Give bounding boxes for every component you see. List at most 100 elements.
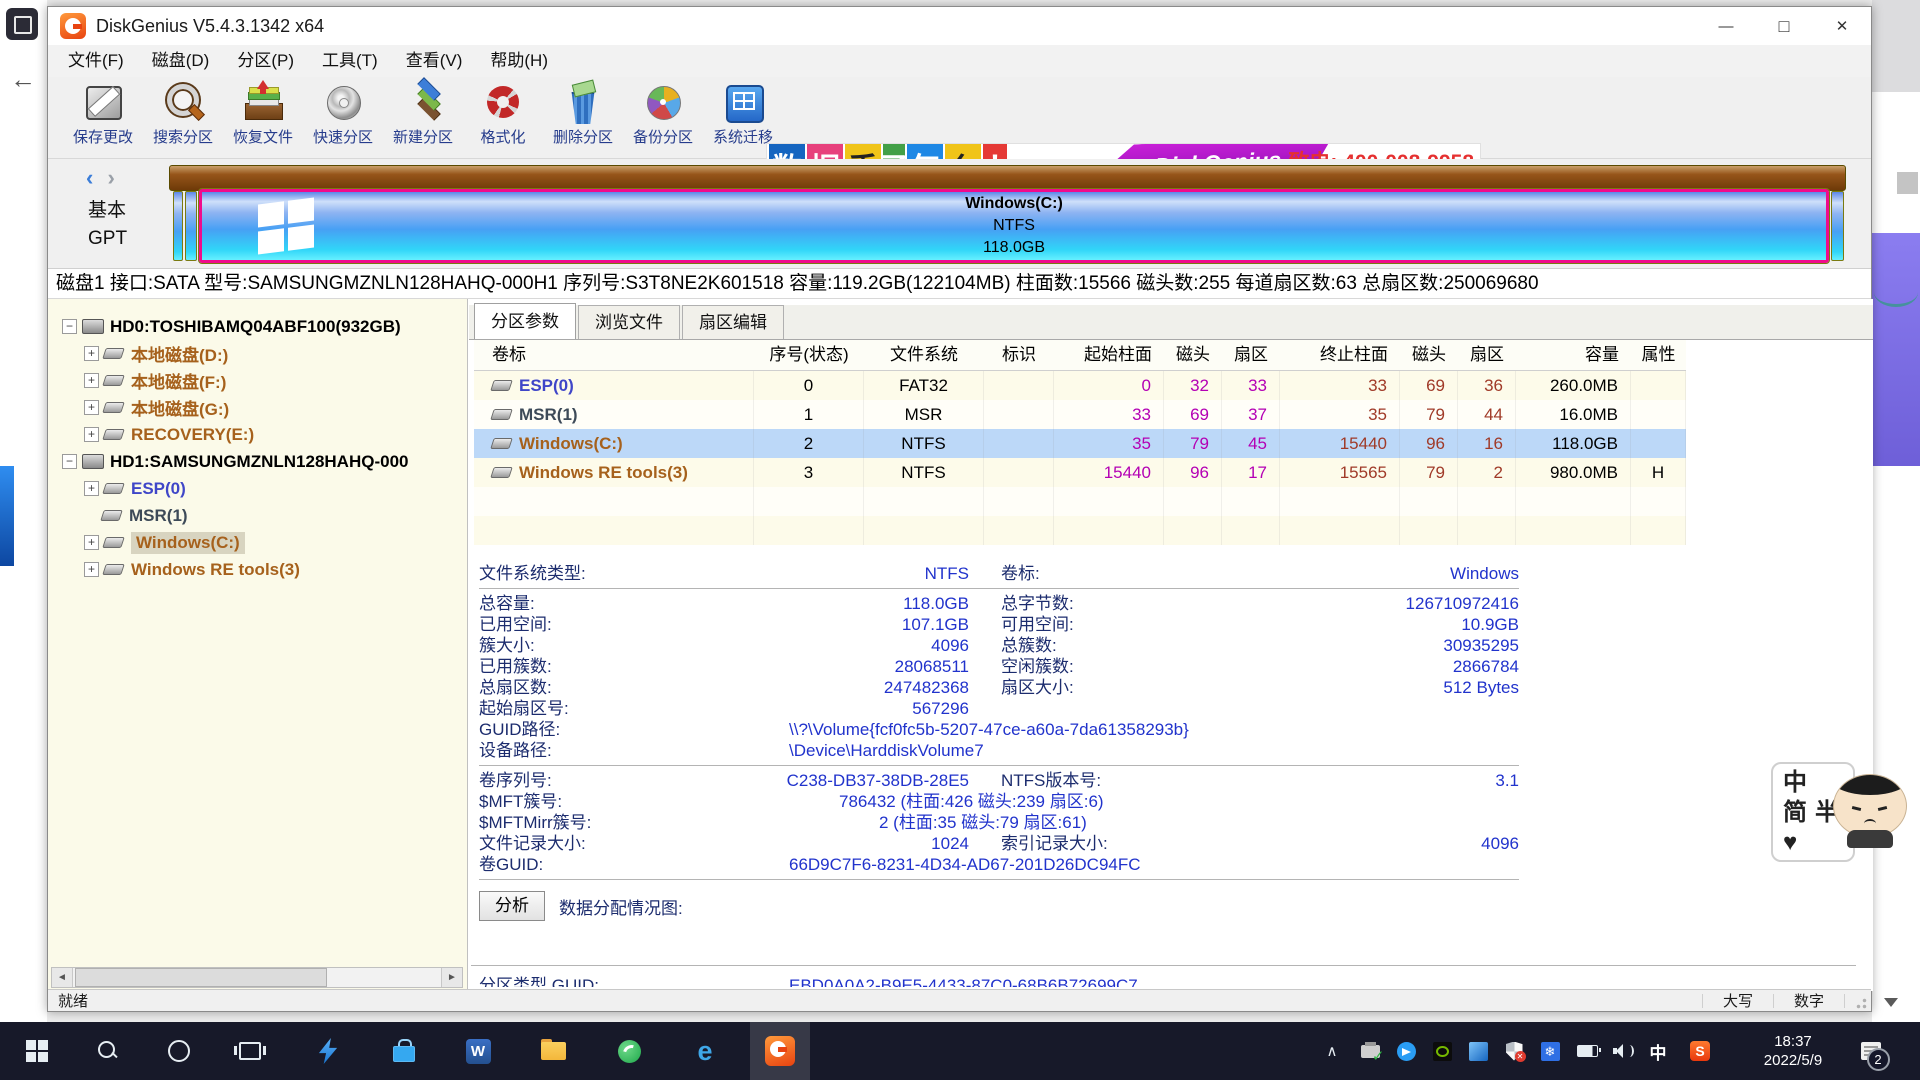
tray-intel[interactable] <box>1460 1022 1496 1080</box>
resize-grip[interactable] <box>1848 992 1868 1010</box>
start-button[interactable] <box>13 1022 61 1080</box>
tree-item-local-d[interactable]: 本地磁盘(D:) <box>48 340 467 367</box>
expand-icon[interactable] <box>84 400 99 415</box>
disk-band[interactable] <box>169 165 1846 191</box>
menu-tools[interactable]: 工具(T) <box>308 45 392 77</box>
background-window-icon <box>6 8 38 40</box>
ime-indicator[interactable]: 中 <box>1642 1022 1674 1080</box>
scroll-right-icon[interactable] <box>441 968 462 987</box>
save-changes-icon <box>81 80 125 124</box>
partition-sliver-msr[interactable] <box>185 191 197 261</box>
recover-files-icon <box>241 80 285 124</box>
back-arrow-icon: ← <box>10 64 36 95</box>
quick-partition-button[interactable]: 快速分区 <box>303 80 383 156</box>
backup-partition-button[interactable]: 备份分区 <box>623 80 703 156</box>
tree-item-windows-c[interactable]: Windows(C:) <box>48 529 467 556</box>
printer-icon <box>1361 1045 1380 1058</box>
table-row-windows-re[interactable]: Windows RE tools(3) 3 NTFS 15440 96 17 1… <box>474 458 1686 487</box>
partition-sliver-re[interactable] <box>1831 191 1844 261</box>
volume-icon <box>1613 1043 1635 1059</box>
cortana-button[interactable] <box>155 1022 203 1080</box>
taskbar-clock[interactable]: 18:37 2022/5/9 <box>1750 1022 1836 1080</box>
green-browser-button[interactable] <box>605 1022 653 1080</box>
expand-icon[interactable] <box>84 373 99 388</box>
expand-icon[interactable] <box>84 562 99 577</box>
window-title: DiskGenius V5.4.3.1342 x64 <box>96 16 324 37</box>
maximize-button[interactable] <box>1755 7 1813 45</box>
disk-icon <box>82 319 104 334</box>
tree-item-local-f[interactable]: 本地磁盘(F:) <box>48 367 467 394</box>
divider <box>471 965 1856 966</box>
expand-icon[interactable] <box>84 346 99 361</box>
collapse-icon[interactable] <box>62 319 77 334</box>
delete-partition-button[interactable]: 删除分区 <box>543 80 623 156</box>
divider <box>479 879 1519 880</box>
menu-partition[interactable]: 分区(P) <box>223 45 308 77</box>
scrollbar-thumb[interactable] <box>75 968 327 987</box>
table-header-row: 卷标 序号(状态) 文件系统 标识 起始柱面 磁头 扇区 终止柱面 磁头 扇区 … <box>474 340 1686 371</box>
recover-files-button[interactable]: 恢复文件 <box>223 80 303 156</box>
menu-disk[interactable]: 磁盘(D) <box>138 45 224 77</box>
partition-sliver-esp[interactable] <box>173 191 183 261</box>
tray-printer[interactable] <box>1352 1022 1388 1080</box>
store-button[interactable] <box>380 1022 428 1080</box>
word-button[interactable]: W <box>454 1022 502 1080</box>
tree-item-esp[interactable]: ESP(0) <box>48 475 467 502</box>
task-view-button[interactable] <box>226 1022 274 1080</box>
expand-icon[interactable] <box>84 535 99 550</box>
tree-horizontal-scrollbar[interactable] <box>51 967 463 988</box>
tab-partition-params[interactable]: 分区参数 <box>474 303 576 339</box>
table-row-windows-c-selected[interactable]: Windows(C:) 2 NTFS 35 79 45 15440 96 16 … <box>474 429 1686 458</box>
tree-item-recovery-e[interactable]: RECOVERY(E:) <box>48 421 467 448</box>
tree-item-hd1[interactable]: HD1:SAMSUNGMZNLN128HAHQ-000 <box>48 448 467 475</box>
tray-expand-button[interactable]: ∧ <box>1312 1022 1352 1080</box>
taskbar: W e ∧ ✕ ❄ 中 S 18:37 2022/5/9 2 <box>0 1022 1920 1080</box>
collapse-icon[interactable] <box>62 454 77 469</box>
new-partition-button[interactable]: 新建分区 <box>383 80 463 156</box>
edge-button[interactable]: e <box>681 1022 729 1080</box>
diskgenius-taskbar-button[interactable] <box>750 1022 810 1080</box>
expand-icon[interactable] <box>84 481 99 496</box>
tray-thunder[interactable] <box>1388 1022 1424 1080</box>
menu-file[interactable]: 文件(F) <box>54 45 138 77</box>
next-disk-arrow[interactable]: › <box>107 165 118 190</box>
sogou-icon: S <box>1690 1041 1710 1061</box>
tab-browse-files[interactable]: 浏览文件 <box>578 305 680 339</box>
table-row-msr[interactable]: MSR(1) 1 MSR 33 69 37 35 79 44 16.0MB <box>474 400 1686 429</box>
tray-defender[interactable]: ✕ <box>1496 1022 1532 1080</box>
thunder-app-button[interactable] <box>304 1022 352 1080</box>
save-changes-button[interactable]: 保存更改 <box>63 80 143 156</box>
tray-sogou[interactable]: S <box>1680 1022 1720 1080</box>
partition-icon <box>102 564 125 575</box>
store-icon <box>393 1039 415 1063</box>
tree-item-windows-re[interactable]: Windows RE tools(3) <box>48 556 467 583</box>
search-partition-button[interactable]: 搜索分区 <box>143 80 223 156</box>
tree-item-hd0[interactable]: HD0:TOSHIBAMQ04ABF100(932GB) <box>48 313 467 340</box>
table-empty-row <box>474 487 1686 516</box>
notification-center-button[interactable]: 2 <box>1848 1022 1894 1080</box>
menu-view[interactable]: 查看(V) <box>392 45 477 77</box>
tray-nvidia[interactable] <box>1424 1022 1460 1080</box>
tree-item-local-g[interactable]: 本地磁盘(G:) <box>48 394 467 421</box>
tree-item-msr[interactable]: MSR(1) <box>48 502 467 529</box>
file-explorer-button[interactable] <box>529 1022 577 1080</box>
disk-type-label: 基本 GPT <box>88 197 127 253</box>
windows-start-icon <box>26 1040 48 1062</box>
tray-battery[interactable] <box>1568 1022 1606 1080</box>
tray-volume[interactable] <box>1606 1022 1642 1080</box>
tray-snowflake[interactable]: ❄ <box>1532 1022 1568 1080</box>
tab-sector-edit[interactable]: 扇区编辑 <box>682 305 784 339</box>
scroll-left-icon[interactable] <box>52 968 73 987</box>
analyze-button[interactable]: 分析 <box>479 891 545 921</box>
expand-icon[interactable] <box>84 427 99 442</box>
taskbar-search-button[interactable] <box>84 1022 132 1080</box>
menu-help[interactable]: 帮助(H) <box>476 45 562 77</box>
close-button[interactable] <box>1813 7 1871 45</box>
format-button[interactable]: 格式化 <box>463 80 543 156</box>
battery-icon <box>1577 1045 1598 1057</box>
minimize-button[interactable] <box>1697 7 1755 45</box>
partition-icon <box>102 375 125 386</box>
table-row-esp[interactable]: ESP(0) 0 FAT32 0 32 33 33 69 36 260.0MB <box>474 371 1686 400</box>
prev-disk-arrow[interactable]: ‹ <box>86 165 97 190</box>
partition-windows-c[interactable]: Windows(C:) NTFS 118.0GB <box>199 189 1829 263</box>
